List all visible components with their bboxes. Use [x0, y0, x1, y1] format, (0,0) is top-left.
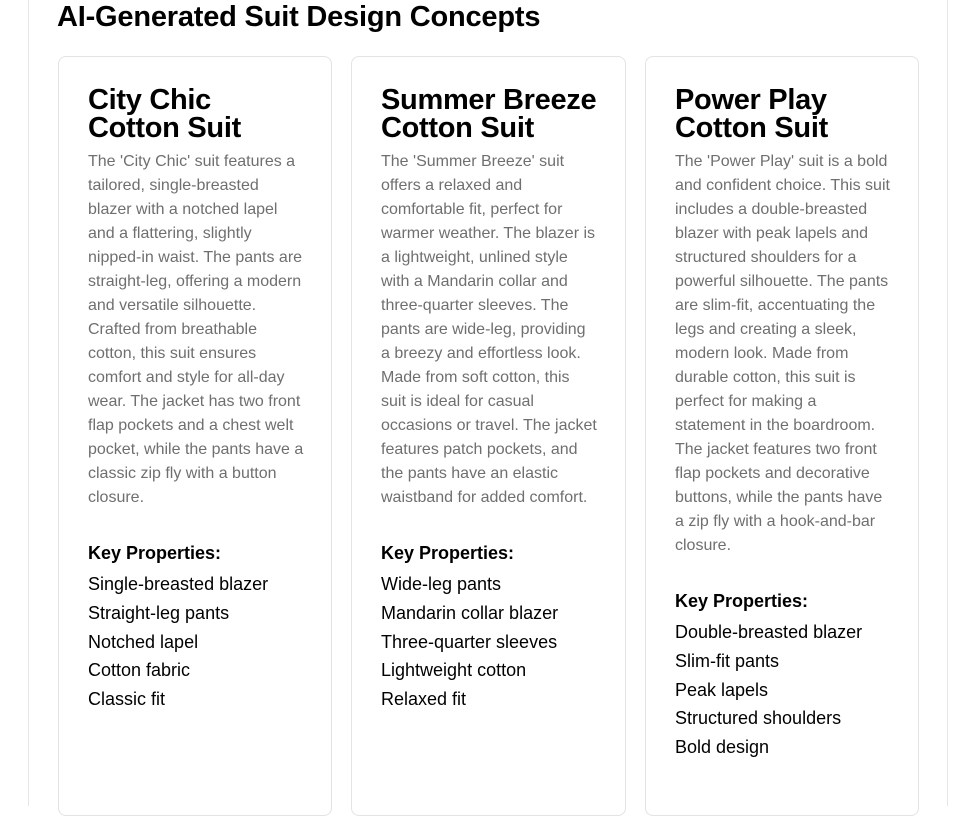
- card-title: Summer Breeze Cotton Suit: [381, 84, 597, 144]
- property-item: Lightweight cotton: [381, 660, 527, 681]
- key-properties-list: Double-breasted blazer Slim-fit pants Pe…: [675, 618, 891, 762]
- card-description: The 'Summer Breeze' suit offers a relaxe…: [381, 153, 597, 506]
- key-properties-list: Wide-leg pants Mandarin collar blazer Th…: [381, 570, 597, 714]
- key-properties-list: Single-breasted blazer Straight-leg pant…: [88, 570, 304, 714]
- card-content: Power Play Cotton Suit The 'Power Play' …: [675, 86, 891, 762]
- suit-card-summer-breeze: Summer Breeze Cotton Suit The 'Summer Br…: [351, 56, 626, 816]
- property-item: Wide-leg pants: [381, 574, 502, 594]
- property-item: Single-breasted blazer: [88, 574, 269, 594]
- suit-card-city-chic: City Chic Cotton Suit The 'City Chic' su…: [58, 56, 332, 816]
- property-item: Straight-leg pants: [88, 602, 230, 623]
- property-item: Classic fit: [88, 689, 166, 710]
- card-title: City Chic Cotton Suit: [88, 84, 241, 144]
- card-description: The 'Power Play' suit is a bold and conf…: [675, 153, 890, 554]
- suit-card-power-play: Power Play Cotton Suit The 'Power Play' …: [645, 56, 919, 816]
- property-item: Notched lapel: [88, 631, 199, 652]
- card-content: Summer Breeze Cotton Suit The 'Summer Br…: [381, 86, 597, 714]
- property-item: Slim-fit pants: [675, 650, 780, 671]
- card-description: The 'City Chic' suit features a tailored…: [88, 153, 304, 506]
- property-item: Bold design: [675, 737, 770, 758]
- property-item: Relaxed fit: [381, 689, 467, 710]
- property-item: Three-quarter sleeves: [381, 631, 558, 652]
- card-title: Power Play Cotton Suit: [675, 84, 828, 144]
- key-properties-heading: Key Properties:: [381, 543, 515, 563]
- property-item: Structured shoulders: [675, 708, 842, 729]
- property-item: Peak lapels: [675, 679, 769, 700]
- property-item: Cotton fabric: [88, 660, 191, 681]
- key-properties-heading: Key Properties:: [675, 591, 809, 611]
- key-properties-heading: Key Properties:: [88, 543, 222, 563]
- property-item: Mandarin collar blazer: [381, 602, 559, 623]
- card-content: City Chic Cotton Suit The 'City Chic' su…: [88, 86, 304, 714]
- page-title: AI-Generated Suit Design Concepts: [57, 1, 541, 33]
- property-item: Double-breasted blazer: [675, 622, 863, 642]
